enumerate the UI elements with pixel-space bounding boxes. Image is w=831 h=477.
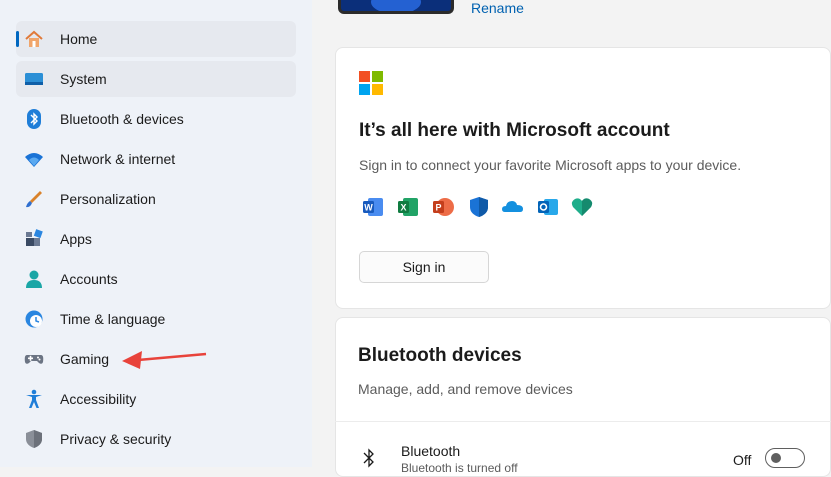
microsoft-logo-icon xyxy=(359,71,383,95)
wifi-icon xyxy=(25,153,43,167)
outlook-icon xyxy=(538,199,558,215)
bluetooth-card-title: Bluetooth devices xyxy=(358,345,522,366)
active-indicator xyxy=(16,31,19,47)
sidebar-item-label: Apps xyxy=(60,231,92,247)
paintbrush-icon xyxy=(26,191,42,208)
sidebar-item-label: Bluetooth & devices xyxy=(60,111,184,127)
device-thumbnail xyxy=(338,0,454,14)
svg-text:P: P xyxy=(435,203,441,213)
home-icon xyxy=(25,30,43,47)
person-icon xyxy=(26,270,42,288)
sidebar-item-label: Privacy & security xyxy=(60,431,172,447)
accessibility-icon xyxy=(26,389,42,408)
wallpaper-bloom xyxy=(371,0,421,11)
sidebar-item-apps[interactable]: Apps xyxy=(16,221,296,257)
microsoft-card-subtitle: Sign in to connect your favorite Microso… xyxy=(359,157,742,173)
sidebar-item-time-language[interactable]: Time & language xyxy=(16,301,296,337)
sidebar-item-label: Network & internet xyxy=(60,151,176,167)
sidebar-item-accounts[interactable]: Accounts xyxy=(16,261,296,297)
svg-text:W: W xyxy=(364,203,373,213)
sidebar-item-bluetooth[interactable]: Bluetooth & devices xyxy=(16,101,296,137)
sidebar-item-accessibility[interactable]: Accessibility xyxy=(16,381,296,417)
bluetooth-row-label: Bluetooth xyxy=(401,443,461,459)
bluetooth-toggle[interactable] xyxy=(765,448,805,468)
sidebar-item-personalization[interactable]: Personalization xyxy=(16,181,296,217)
sign-in-button[interactable]: Sign in xyxy=(359,251,489,283)
sidebar-item-label: Accessibility xyxy=(60,391,137,407)
apps-icon xyxy=(26,229,43,246)
gamepad-icon xyxy=(24,355,44,364)
monitor-icon xyxy=(25,73,43,85)
svg-text:X: X xyxy=(400,203,406,213)
onedrive-icon xyxy=(502,201,523,212)
sidebar-item-label: Personalization xyxy=(60,191,156,207)
sidebar-item-label: Home xyxy=(60,31,98,47)
sidebar-item-home[interactable]: Home xyxy=(16,21,296,57)
family-icon xyxy=(571,198,593,216)
settings-sidebar: Home System Bluetooth & devices Network … xyxy=(0,0,312,467)
clock-globe-icon xyxy=(25,310,43,328)
sidebar-item-network[interactable]: Network & internet xyxy=(16,141,296,177)
sidebar-item-label: Gaming xyxy=(60,351,110,367)
defender-icon xyxy=(470,197,488,217)
annotation-arrow xyxy=(122,351,207,369)
sidebar-item-label: Time & language xyxy=(60,311,166,327)
sidebar-item-privacy-security[interactable]: Privacy & security xyxy=(16,421,296,457)
sidebar-item-label: Accounts xyxy=(60,271,118,287)
shield-icon xyxy=(26,430,42,448)
sidebar-item-system[interactable]: System xyxy=(16,61,296,97)
bluetooth-row-icon xyxy=(363,448,374,468)
sidebar-item-label: System xyxy=(60,71,107,87)
bluetooth-toggle-state: Off xyxy=(733,452,752,468)
divider xyxy=(335,421,831,422)
bluetooth-row-status: Bluetooth is turned off xyxy=(401,461,518,475)
excel-icon: X xyxy=(398,198,418,216)
toggle-knob xyxy=(771,453,781,463)
rename-link[interactable]: Rename xyxy=(471,0,524,16)
word-icon: W xyxy=(363,198,383,216)
powerpoint-icon: P xyxy=(433,198,454,216)
bluetooth-card-subtitle: Manage, add, and remove devices xyxy=(358,381,573,397)
microsoft-card-title: It’s all here with Microsoft account xyxy=(359,120,670,141)
bluetooth-icon xyxy=(27,109,41,129)
